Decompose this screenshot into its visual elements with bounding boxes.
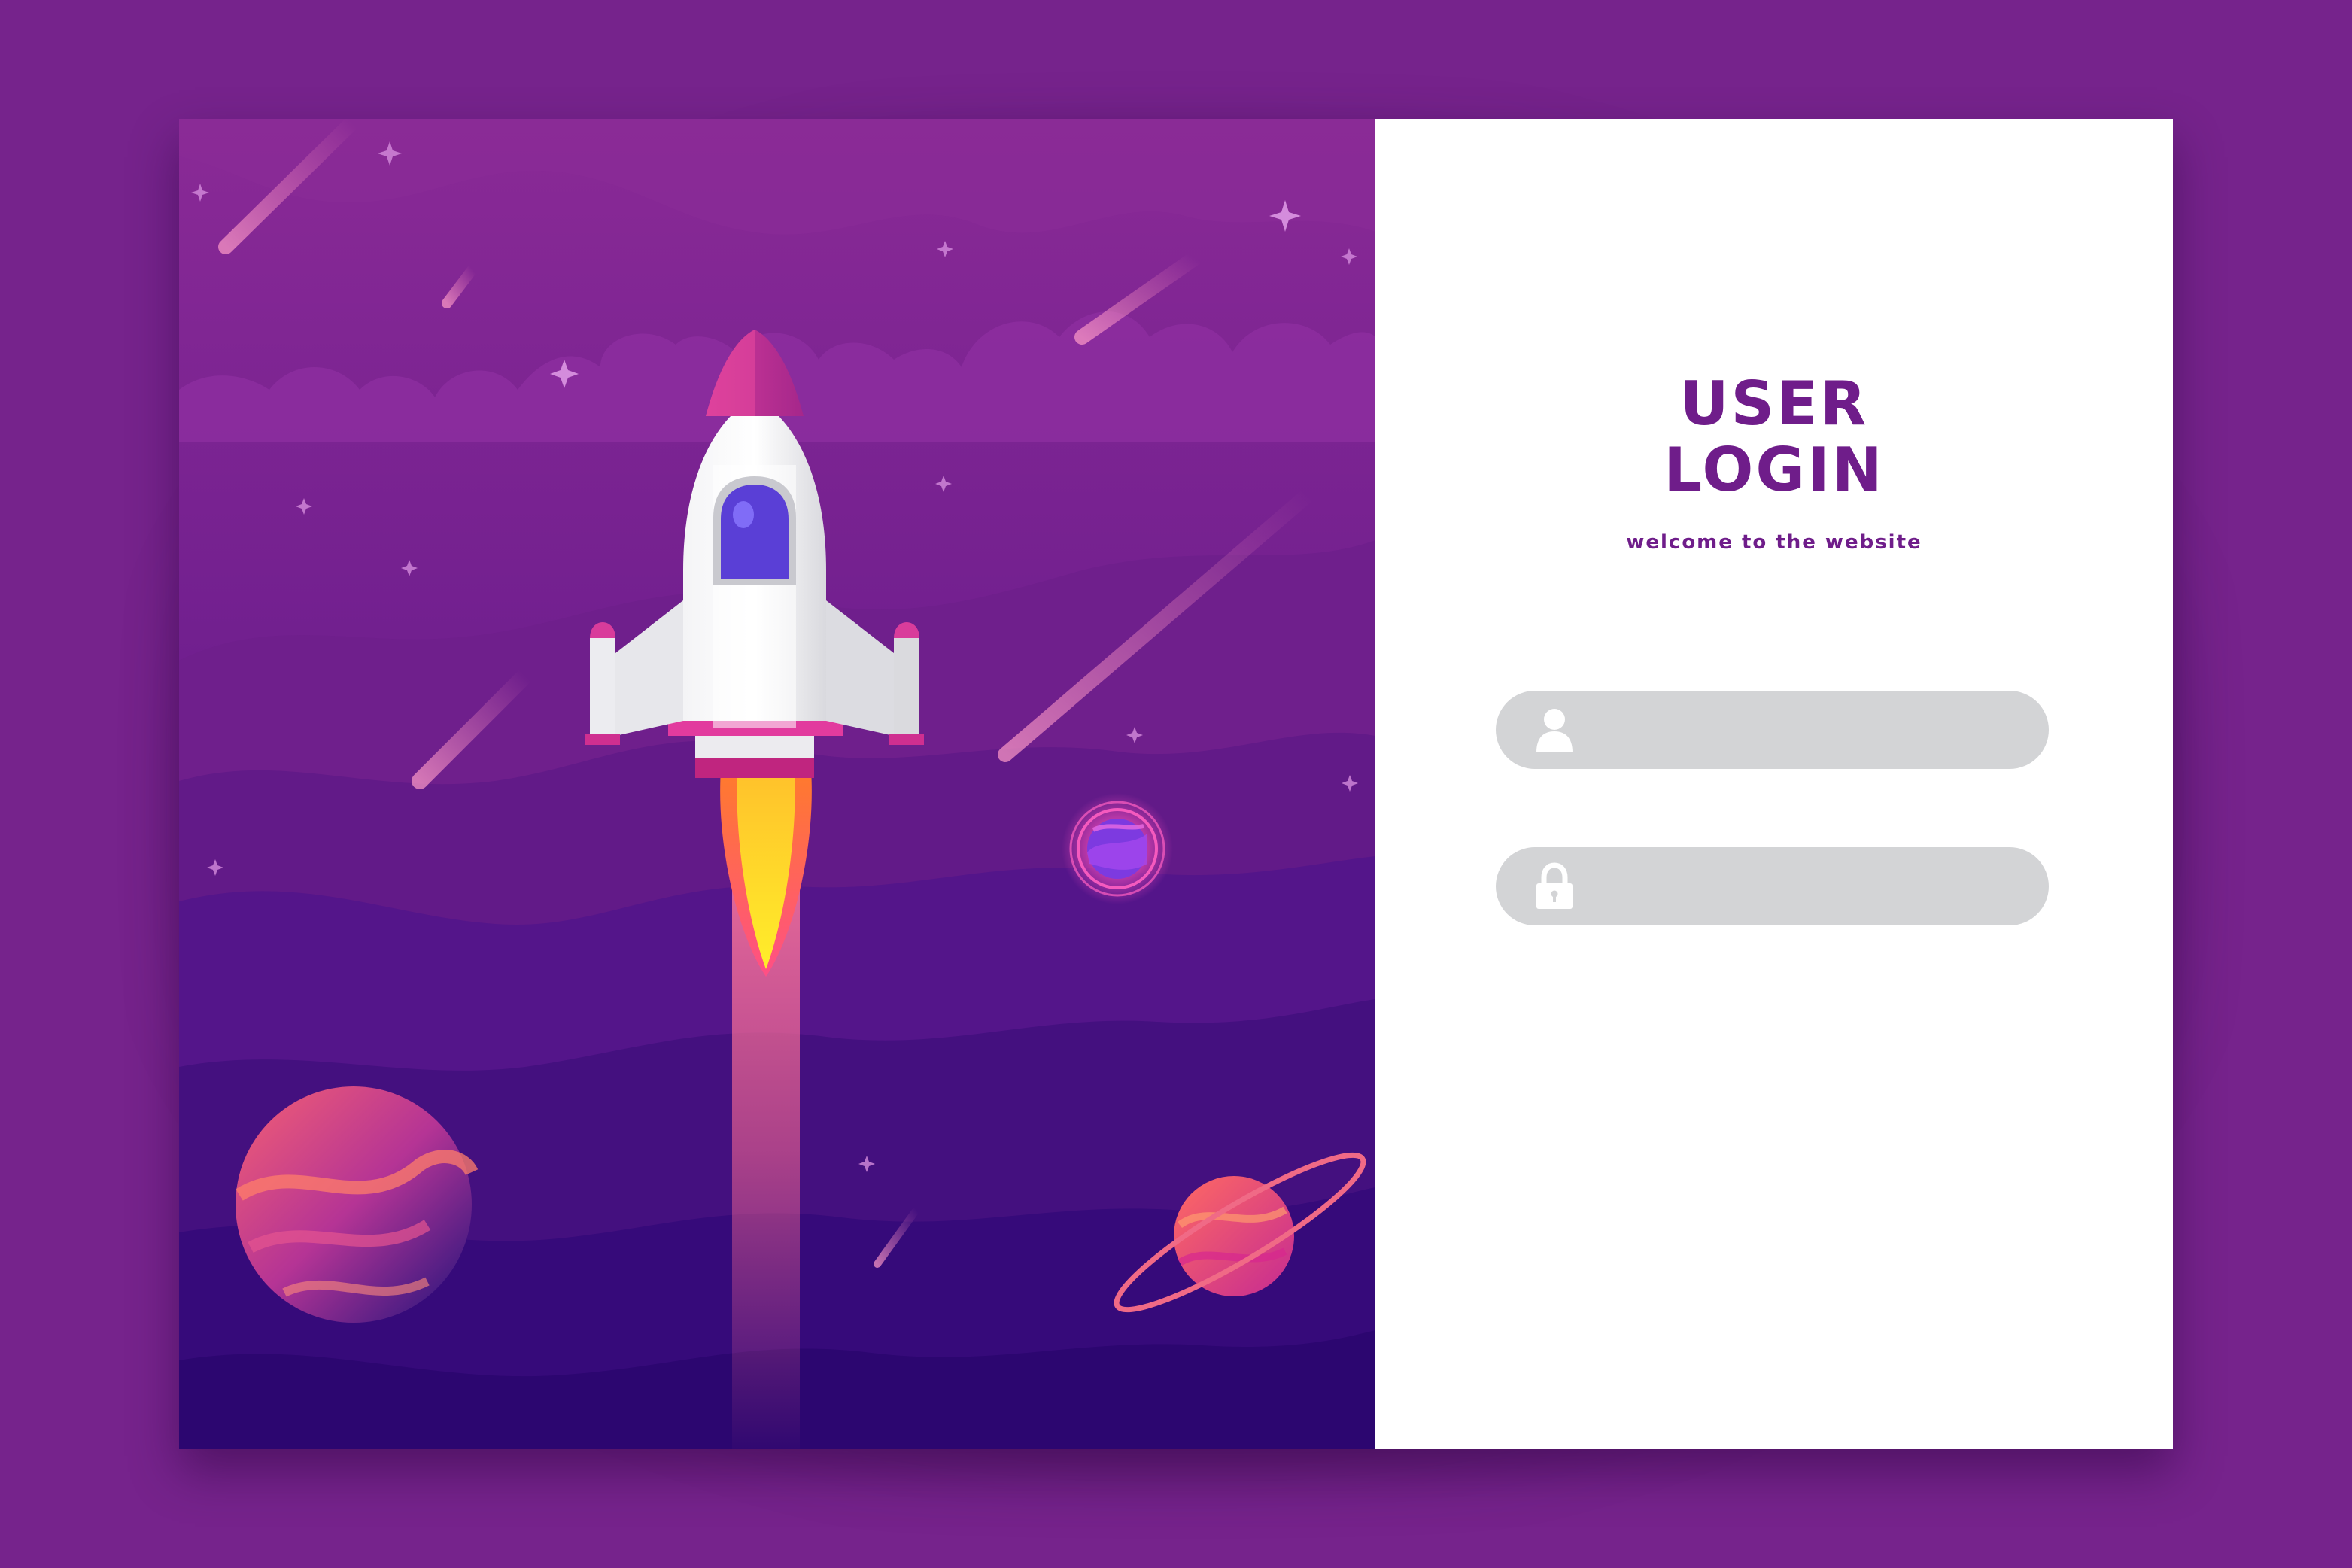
password-input[interactable] <box>1579 847 2025 927</box>
username-input[interactable] <box>1579 691 2025 770</box>
page-title: USER LOGIN <box>1375 371 2173 503</box>
lock-icon <box>1536 862 1573 909</box>
user-icon <box>1536 709 1573 752</box>
login-card: USER LOGIN welcome to the website <box>179 119 2173 1449</box>
title-line-login: LOGIN <box>1664 435 1885 505</box>
login-page: USER LOGIN welcome to the website <box>0 0 2352 1568</box>
password-field[interactable] <box>1496 847 2049 927</box>
username-field[interactable] <box>1496 691 2049 770</box>
login-panel: USER LOGIN welcome to the website <box>1375 119 2173 1449</box>
title-line-user: USER <box>1679 369 1869 439</box>
space-illustration <box>179 119 1375 1449</box>
welcome-subtitle: welcome to the website <box>1626 531 1922 554</box>
